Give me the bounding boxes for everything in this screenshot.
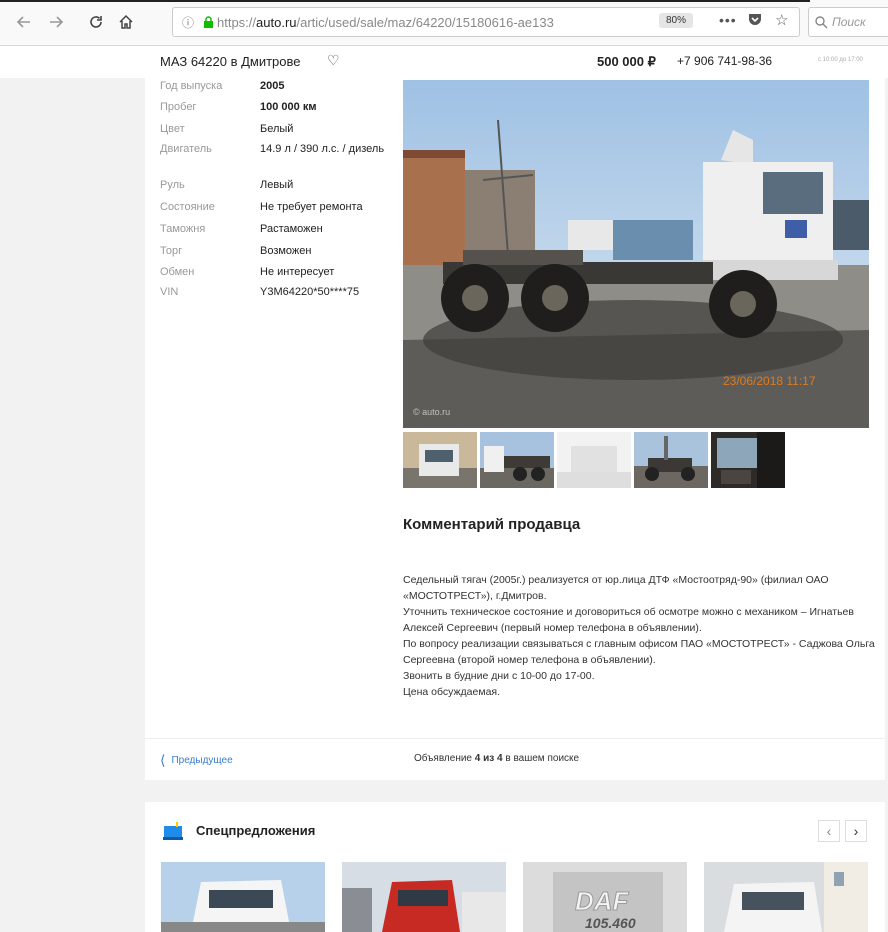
thumbnail-3[interactable]	[557, 432, 631, 488]
offer-card-2[interactable]	[342, 862, 506, 932]
search-icon	[815, 15, 828, 28]
info-icon[interactable]: ⓘ	[177, 14, 199, 31]
offer-card-4[interactable]	[704, 862, 868, 932]
comment-line: Звонить в будние дни с 10-00 до 17-00.	[403, 670, 595, 682]
spec-value: Y3M64220*50****75	[260, 286, 360, 298]
address-bar[interactable]: ⓘ https://auto.ru/artic/used/sale/maz/64…	[172, 7, 800, 37]
spec-label: Торг	[160, 245, 183, 257]
spec-label: Руль	[160, 179, 185, 191]
spec-label: Двигатель	[160, 143, 212, 155]
main-photo[interactable]: 23/06/2018 11:17 © auto.ru	[403, 80, 869, 428]
spec-label: Обмен	[160, 266, 195, 278]
spec-value: Растаможен	[260, 223, 323, 235]
seller-comment-title: Комментарий продавца	[403, 516, 581, 533]
spec-label: VIN	[160, 286, 179, 298]
zoom-indicator[interactable]: 80%	[659, 13, 694, 28]
home-button[interactable]	[114, 10, 138, 34]
call-hours: с 10:00 до 17:00	[818, 57, 863, 63]
seller-phone[interactable]: +7 906 741-98-36	[677, 54, 772, 68]
lock-icon[interactable]	[199, 16, 217, 28]
spec-value: Белый	[260, 123, 294, 135]
home-icon	[119, 14, 133, 29]
spec-label: Цвет	[160, 123, 185, 135]
spec-value: Возможен	[260, 245, 312, 257]
spec-label: Год выпуска	[160, 80, 223, 92]
back-button[interactable]	[12, 10, 36, 34]
reload-icon	[90, 16, 102, 28]
truck-photo-image: 23/06/2018 11:17 © auto.ru	[403, 80, 869, 428]
spec-value: 2005	[260, 80, 285, 92]
thumbnail-2[interactable]	[480, 432, 554, 488]
spec-value: Не требует ремонта	[260, 201, 363, 213]
offers-next-button[interactable]: ›	[845, 820, 867, 842]
offers-prev-button[interactable]: ‹	[818, 820, 840, 842]
comment-line: Уточнить техническое состояние и договор…	[403, 606, 854, 634]
previous-listing-link[interactable]: ⟨ Предыдущее	[160, 752, 233, 769]
spec-value: Левый	[260, 179, 294, 191]
back-arrow-icon	[16, 16, 30, 28]
offer-card-1[interactable]	[161, 862, 325, 932]
comment-line: По вопросу реализации связываться с глав…	[403, 638, 875, 666]
special-offers-icon	[163, 822, 183, 840]
previous-label: Предыдущее	[171, 755, 233, 766]
thumbnail-4[interactable]	[634, 432, 708, 488]
url-text[interactable]: https://auto.ru/artic/used/sale/maz/6422…	[217, 15, 637, 30]
browser-toolbar: ⓘ https://auto.ru/artic/used/sale/maz/64…	[0, 0, 888, 46]
chevron-right-icon: ›	[853, 823, 859, 839]
thumbnail-5[interactable]	[711, 432, 785, 488]
daf-logo-text: DAF	[575, 886, 630, 916]
comment-line: Цена обсуждаемая.	[403, 686, 501, 698]
listing-price: 500 000 ₽	[597, 54, 656, 69]
thumbnail-1[interactable]	[403, 432, 477, 488]
spec-value: 14.9 л / 390 л.с. / дизель	[260, 143, 385, 155]
search-input[interactable]: Поиск	[808, 7, 888, 37]
special-offers-title: Спецпредложения	[196, 823, 316, 838]
listing-counter: Объявление 4 из 4 в вашем поиске	[414, 753, 580, 764]
comment-line: Седельный тягач (2005г.) реализуется от …	[403, 574, 829, 602]
spec-label: Пробег	[160, 101, 197, 113]
chevron-left-icon: ⟨	[160, 752, 166, 768]
photo-date-stamp: 23/06/2018 11:17	[723, 374, 816, 388]
bookmark-star-icon[interactable]: ☆	[775, 11, 788, 29]
pocket-icon[interactable]	[747, 11, 763, 30]
spec-label: Состояние	[160, 201, 215, 213]
listing-header: МАЗ 64220 в Дмитрове ♡ 500 000 ₽ +7 906 …	[0, 46, 888, 78]
spec-label: Таможня	[160, 223, 206, 235]
photo-watermark: © auto.ru	[413, 407, 450, 417]
reload-button[interactable]	[84, 10, 108, 34]
listing-title: МАЗ 64220 в Дмитрове	[160, 54, 301, 69]
seller-comment-text: Седельный тягач (2005г.) реализуется от …	[403, 572, 875, 700]
page-actions-icon[interactable]: •••	[719, 12, 737, 28]
offer-card-3[interactable]: DAF 105.460	[523, 862, 687, 932]
favorite-heart-icon[interactable]: ♡	[327, 52, 340, 69]
spec-value: 100 000 км	[260, 101, 317, 113]
window-edge	[0, 0, 810, 2]
search-placeholder: Поиск	[832, 15, 866, 29]
divider	[145, 738, 885, 739]
forward-button[interactable]	[44, 10, 68, 34]
forward-arrow-icon	[50, 16, 64, 28]
chevron-left-icon: ‹	[826, 823, 832, 839]
spec-value: Не интересует	[260, 266, 335, 278]
daf-model-text: 105.460	[585, 915, 636, 931]
